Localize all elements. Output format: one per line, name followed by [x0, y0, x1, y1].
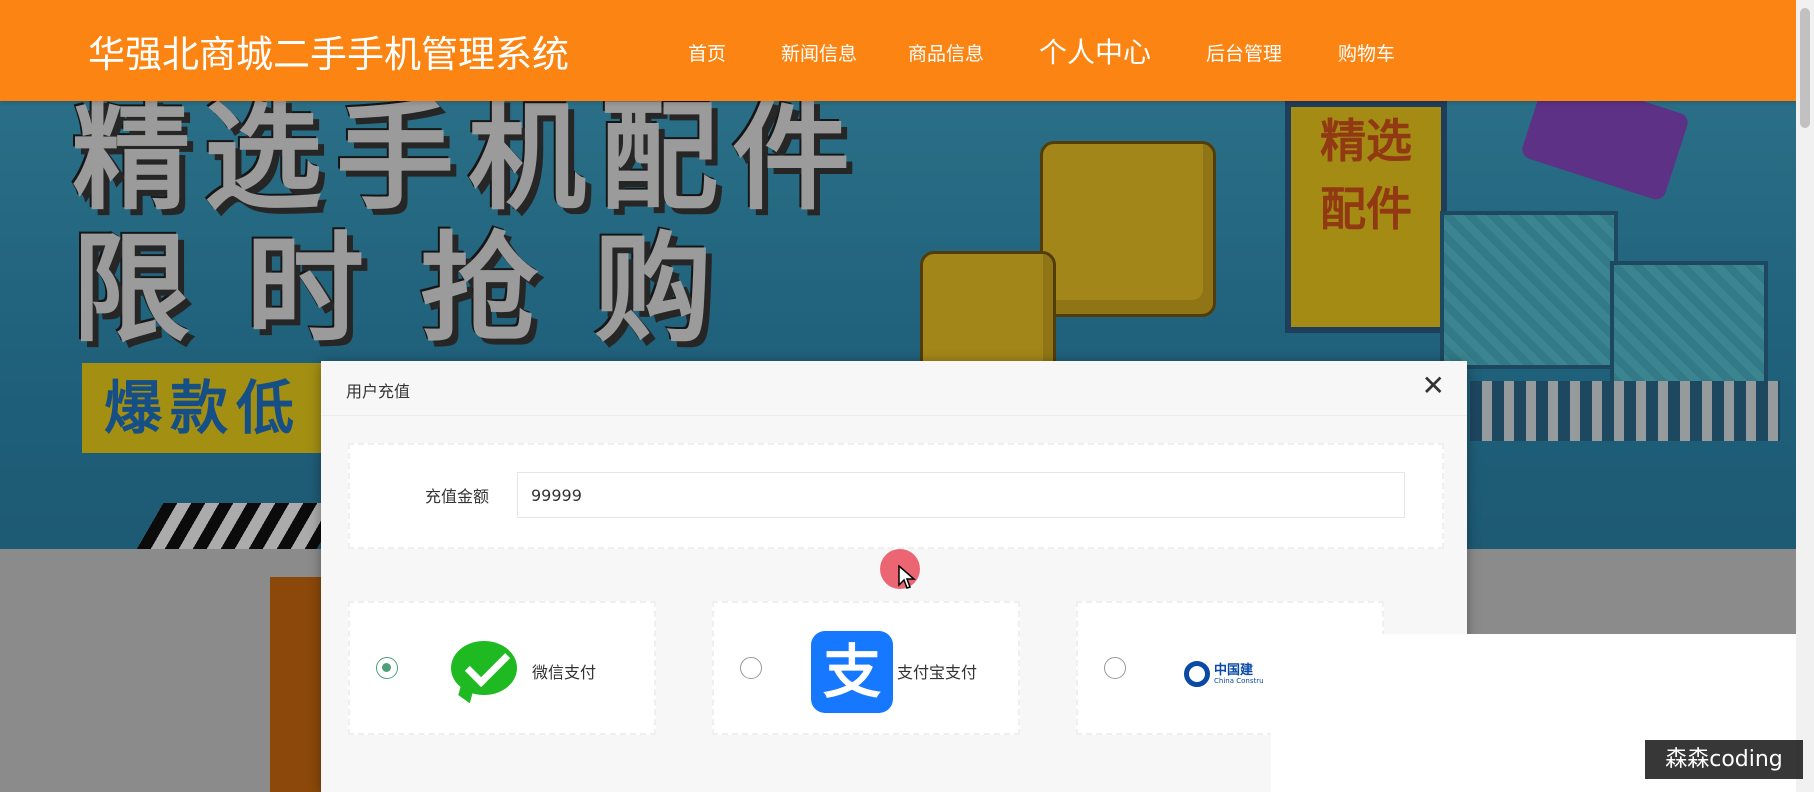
payment-label-ccb: 中国建 [1214, 663, 1254, 678]
nav-item-home[interactable]: 首页 [688, 39, 726, 66]
checkmark-icon [464, 641, 511, 688]
amount-form-row: 充值金额 [348, 443, 1444, 549]
payment-option-wechat[interactable]: 微信支付 [348, 601, 656, 735]
nav-item-products[interactable]: 商品信息 [908, 39, 984, 66]
wechat-icon [451, 641, 517, 695]
scrollbar-thumb[interactable] [1800, 8, 1810, 128]
radio-wechat[interactable] [376, 657, 398, 679]
top-navbar: 华强北商城二手手机管理系统 首页 新闻信息 商品信息 个人中心 后台管理 购物车 [0, 0, 1796, 101]
mouse-cursor-icon [898, 565, 916, 589]
payment-option-alipay[interactable]: 支 支付宝支付 [712, 601, 1020, 735]
alipay-icon: 支 [811, 631, 893, 713]
radio-alipay[interactable] [740, 657, 762, 679]
payment-sublabel-ccb: China Constru [1214, 677, 1264, 685]
nav-item-personal-center[interactable]: 个人中心 [1039, 31, 1151, 71]
payment-label-alipay: 支付宝支付 [897, 663, 978, 682]
close-icon[interactable]: ✕ [1422, 371, 1445, 401]
nav-item-cart[interactable]: 购物车 [1338, 39, 1395, 66]
site-title[interactable]: 华强北商城二手手机管理系统 [88, 24, 569, 78]
payment-label-wechat: 微信支付 [532, 663, 597, 682]
dialog-header: 用户充值 ✕ [321, 361, 1467, 416]
ccb-icon [1184, 661, 1210, 687]
radio-ccb[interactable] [1104, 657, 1126, 679]
amount-label: 充值金额 [425, 487, 490, 506]
dialog-title: 用户充值 [346, 382, 411, 401]
amount-input[interactable] [517, 472, 1405, 518]
page-scrollbar[interactable] [1796, 0, 1814, 792]
watermark: 森森coding [1645, 740, 1803, 779]
nav-item-admin[interactable]: 后台管理 [1206, 39, 1282, 66]
nav-item-news[interactable]: 新闻信息 [781, 39, 857, 66]
